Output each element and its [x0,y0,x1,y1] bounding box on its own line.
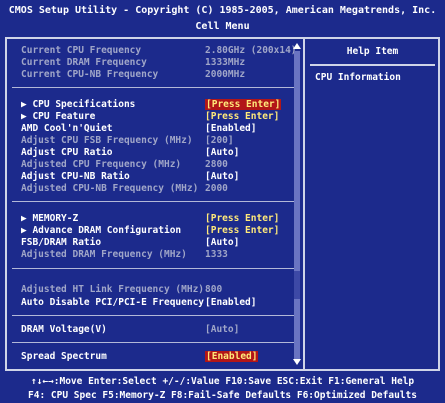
setting-label: Adjusted CPU Frequency (MHz) [21,159,182,170]
setting-label: AMD Cool'n'Quiet [21,123,113,134]
setting-value[interactable]: [Press Enter] [205,213,279,224]
setting-label: FSB/DRAM Ratio [21,237,102,248]
setting-value: [200] [205,135,234,146]
setting-label: ▶ Advance DRAM Configuration [21,225,182,236]
scroll-down-arrow-icon[interactable] [293,359,301,365]
setting-value[interactable]: [Enabled] [205,123,256,134]
title-bar: CMOS Setup Utility - Copyright (C) 1985-… [0,0,445,36]
help-title: Help Item [346,46,399,57]
section-divider [12,268,297,269]
setting-label: Spread Spectrum [21,351,107,362]
scrollbar-track[interactable] [294,51,300,359]
help-text: CPU Information [315,72,401,83]
setting-value: 2.80GHz (200x14) [205,45,297,56]
setting-value: 2800 [205,159,228,170]
settings-panel: Current CPU Frequency 2.80GHz (200x14) C… [5,37,440,371]
setting-label: Adjust CPU-NB Ratio [21,171,130,182]
setting-value[interactable]: [Auto] [205,324,239,335]
section-divider [12,315,297,316]
setting-label: DRAM Voltage(V) [21,324,107,335]
setting-label: ▶ CPU Feature [21,111,96,122]
setting-label: ▶ CPU Specifications [21,99,136,110]
setting-value[interactable]: [Press Enter] [205,99,282,110]
utility-title: CMOS Setup Utility - Copyright (C) 1985-… [8,5,437,16]
key-legend-line-1: ↑↓←→:Move Enter:Select +/-/:Value F10:Sa… [30,376,415,387]
setting-label: Adjusted DRAM Frequency (MHz) [21,249,187,260]
setting-value[interactable]: [Press Enter] [205,111,279,122]
setting-label: Adjusted HT Link Frequency (MHz) [21,284,205,295]
setting-value[interactable]: [Enabled] [205,351,259,362]
setting-label: Current CPU-NB Frequency [21,69,159,80]
key-legend: ↑↓←→:Move Enter:Select +/-/:Value F10:Sa… [0,373,445,403]
setting-label: ▶ MEMORY-Z [21,213,79,224]
setting-value[interactable]: [Auto] [205,147,239,158]
help-divider [310,64,435,66]
setting-label: Adjusted CPU-NB Frequency (MHz) [21,183,199,194]
help-panel: Help Item CPU Information [307,39,438,369]
setting-label: Current DRAM Frequency [21,57,147,68]
setting-value: 2000 [205,183,228,194]
setting-label: Adjust CPU Ratio [21,147,113,158]
scroll-up-arrow-icon[interactable] [293,43,301,49]
key-legend-line-2: F4: CPU Spec F5:Memory-Z F8:Fail-Safe De… [28,390,417,401]
setting-value: 2000MHz [205,69,246,80]
panel-divider [303,39,305,369]
setting-value[interactable]: [Auto] [205,171,239,182]
setting-value[interactable]: [Auto] [205,237,239,248]
setting-label: Auto Disable PCI/PCI-E Frequency [21,297,205,308]
setting-label: Current CPU Frequency [21,45,142,56]
setting-value: 1333MHz [205,57,246,68]
section-divider [12,342,297,343]
setting-value: 800 [205,284,223,295]
section-divider [12,87,297,88]
setting-value[interactable]: [Press Enter] [205,225,279,236]
section-divider [12,201,297,202]
scrollbar-thumb[interactable] [294,271,300,299]
setting-value: 1333 [205,249,228,260]
setting-value[interactable]: [Enabled] [205,297,256,308]
setting-label: Adjust CPU FSB Frequency (MHz) [21,135,193,146]
menu-title: Cell Menu [195,21,250,32]
